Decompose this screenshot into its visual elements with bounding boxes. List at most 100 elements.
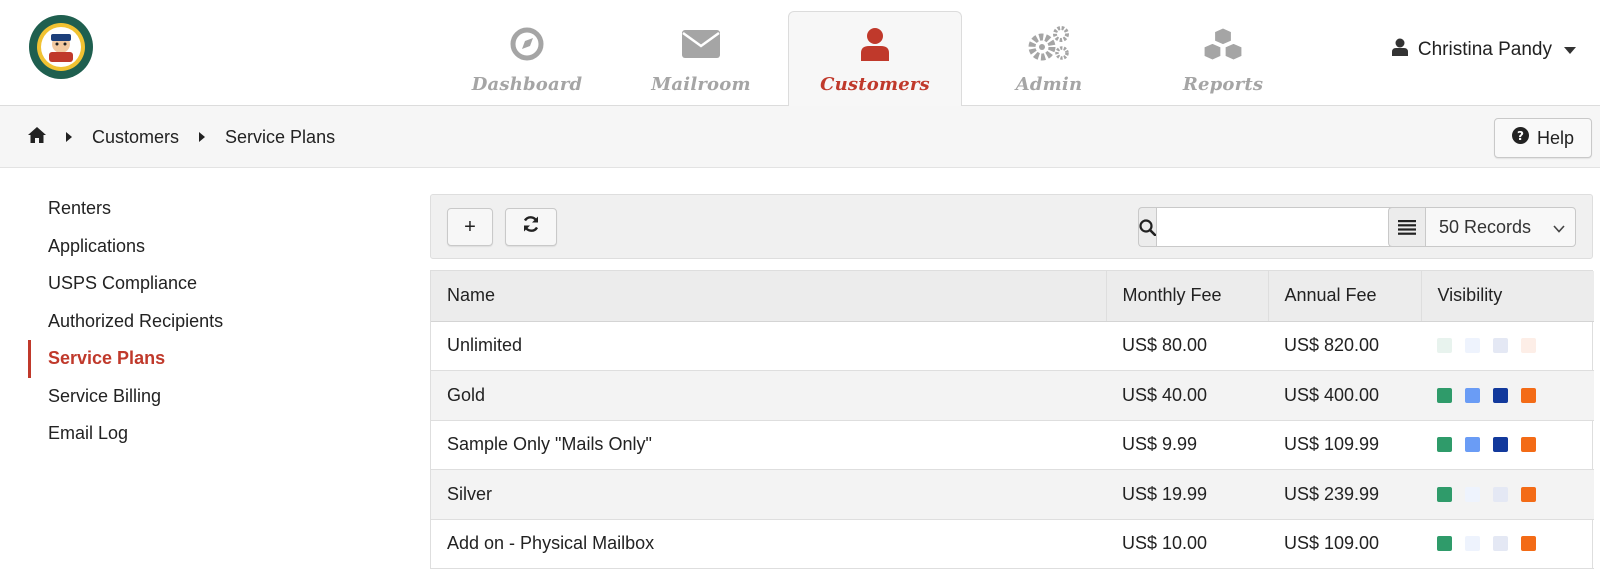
visibility-cell (1421, 420, 1594, 470)
visibility-square (1437, 536, 1452, 552)
breadcrumb-bar: Customers Service Plans ? Help (0, 106, 1600, 168)
help-label: Help (1536, 127, 1575, 148)
table-header-row: Name Monthly Fee Annual Fee Visibility (431, 271, 1594, 322)
breadcrumb-customers[interactable]: Customers (92, 127, 179, 148)
column-header-visibility[interactable]: Visibility (1421, 271, 1594, 322)
envelope-icon (679, 24, 723, 64)
monthly-fee-cell: US$ 40.00 (1106, 370, 1268, 421)
list-icon (1388, 207, 1425, 247)
visibility-square (1493, 387, 1508, 403)
visibility-cell (1421, 519, 1594, 569)
sidebar-item-service-billing[interactable]: Service Billing (28, 378, 398, 416)
gears-icon (1027, 24, 1071, 64)
visibility-square (1437, 338, 1452, 354)
sidebar-item-label: Renters (48, 198, 112, 219)
visibility-square (1493, 536, 1508, 552)
visibility-square (1465, 338, 1480, 354)
table-row[interactable]: Add on - Physical Mailbox US$ 10.00 US$ 10… (431, 519, 1594, 569)
table-row[interactable]: Gold US$ 40.00 US$ 400.00 (431, 370, 1594, 421)
sidebar-item-renters[interactable]: Renters (28, 190, 398, 228)
breadcrumb-service-plans: Service Plans (225, 126, 336, 147)
records-per-page: 50 Records (1388, 207, 1576, 247)
visibility-square (1521, 338, 1536, 354)
sidebar-item-label: Email Log (48, 423, 129, 444)
chevron-down-icon (1553, 217, 1565, 238)
visibility-square (1521, 387, 1536, 403)
sidebar-item-service-plans[interactable]: Service Plans (28, 340, 398, 378)
plan-name-cell: Add on - Physical Mailbox (431, 519, 1106, 569)
nav-tab-dashboard[interactable]: Dashboard (440, 11, 614, 106)
question-circle-icon: ? (1511, 127, 1529, 149)
visibility-square (1493, 486, 1508, 502)
visibility-indicators (1437, 536, 1594, 552)
nav-tab-admin[interactable]: Admin (962, 11, 1136, 106)
nav-tab-customers[interactable]: Customers (788, 11, 962, 107)
annual-fee-cell: US$ 400.00 (1268, 370, 1421, 421)
breadcrumb: Customers Service Plans (28, 106, 335, 168)
annual-fee-cell: US$ 820.00 (1268, 321, 1421, 371)
compass-icon (505, 24, 549, 64)
help-button[interactable]: ? Help (1494, 118, 1592, 158)
sidebar-item-applications[interactable]: Applications (28, 228, 398, 266)
sidebar-item-usps-compliance[interactable]: USPS Compliance (28, 265, 398, 303)
nav-tab-label: Mailroom (651, 74, 751, 95)
nav-tab-reports[interactable]: Reports (1136, 11, 1310, 106)
visibility-cell (1421, 321, 1594, 371)
chevron-right-icon (199, 132, 206, 142)
column-header-monthly-fee[interactable]: Monthly Fee (1106, 271, 1269, 322)
visibility-square (1465, 536, 1480, 552)
visibility-square (1437, 437, 1452, 453)
search-group (1138, 207, 1399, 247)
refresh-button[interactable] (505, 208, 557, 246)
monthly-fee-cell: US$ 10.00 (1106, 519, 1268, 569)
main-nav: Dashboard Mailroom Customers Admin Repor… (440, 11, 1310, 107)
annual-fee-cell: US$ 109.99 (1268, 420, 1421, 470)
table-row[interactable]: Silver US$ 19.99 US$ 239.99 (431, 469, 1594, 520)
sidebar-item-label: Applications (48, 235, 146, 256)
visibility-indicators (1437, 486, 1594, 502)
search-input[interactable] (1156, 207, 1399, 247)
sidebar-item-label: Authorized Recipients (48, 310, 224, 331)
monthly-fee-cell: US$ 80.00 (1106, 321, 1268, 371)
user-menu[interactable]: Christina Pandy (1391, 38, 1576, 62)
annual-fee-cell: US$ 109.00 (1268, 519, 1421, 569)
records-select[interactable]: 50 Records (1425, 207, 1576, 247)
monthly-fee-cell: US$ 19.99 (1106, 469, 1268, 520)
visibility-square (1465, 486, 1480, 502)
visibility-indicators (1437, 338, 1594, 354)
plan-name-cell: Gold (431, 370, 1106, 421)
visibility-cell (1421, 469, 1594, 520)
chevron-down-icon (1564, 39, 1576, 61)
search-icon[interactable] (1138, 207, 1156, 247)
visibility-square (1465, 387, 1480, 403)
visibility-square (1521, 536, 1536, 552)
visibility-indicators (1437, 387, 1594, 403)
visibility-square (1465, 437, 1480, 453)
plan-name-cell: Unlimited (431, 321, 1106, 371)
home-icon[interactable] (28, 126, 46, 148)
table-row[interactable]: Unlimited US$ 80.00 US$ 820.00 (431, 321, 1594, 371)
nav-tab-label: Dashboard (471, 74, 583, 95)
table-row[interactable]: Sample Only "Mails Only" US$ 9.99 US$ 109.… (431, 420, 1594, 470)
annual-fee-cell: US$ 239.99 (1268, 469, 1421, 520)
visibility-square (1437, 486, 1452, 502)
sidebar-item-email-log[interactable]: Email Log (28, 415, 398, 453)
add-plan-button[interactable]: + (447, 208, 493, 246)
nav-tab-mailroom[interactable]: Mailroom (614, 11, 788, 106)
column-header-annual-fee[interactable]: Annual Fee (1268, 271, 1422, 322)
futuramail-logo[interactable] (28, 14, 94, 80)
sidebar-item-authorized-recipients[interactable]: Authorized Recipients (28, 303, 398, 341)
monthly-fee-cell: US$ 9.99 (1106, 420, 1268, 470)
column-header-name[interactable]: Name (431, 271, 1107, 322)
sidebar-item-label: Service Plans (48, 348, 166, 369)
visibility-square (1493, 437, 1508, 453)
svg-text:?: ? (1517, 129, 1524, 143)
visibility-square (1521, 486, 1536, 502)
app-header: Dashboard Mailroom Customers Admin Repor… (0, 0, 1600, 107)
table-toolbar: + 50 Records (430, 194, 1593, 259)
service-plans-table: Name Monthly Fee Annual Fee Visibility U… (430, 270, 1594, 569)
visibility-cell (1421, 370, 1594, 421)
chevron-right-icon (66, 132, 72, 142)
visibility-square (1521, 437, 1536, 453)
user-name: Christina Pandy (1417, 39, 1552, 60)
